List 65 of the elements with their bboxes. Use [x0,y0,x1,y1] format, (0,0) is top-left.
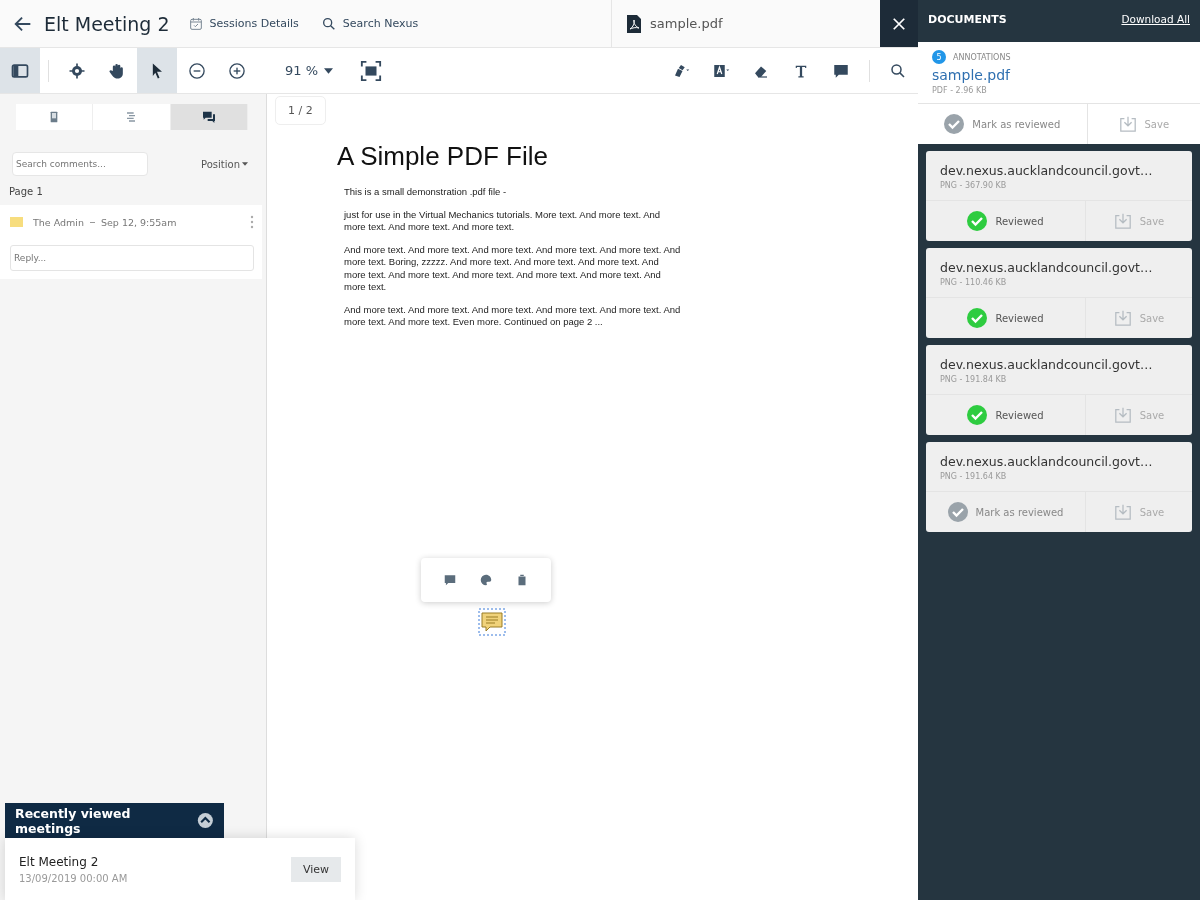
meeting-name: Elt Meeting 2 [19,854,100,869]
plus-circle-icon [227,60,247,81]
sidebar-toggle-button[interactable] [0,48,40,93]
header-link[interactable]: Sessions Details [187,15,299,32]
document-paragraph: And more text. And more text. And more text. And more text. And more text. And more text. Boring, zzzzz. And more text. And more text. And more text. And more text. And more text. And more text. And more text. And more text. And more text. [344,243,682,294]
download-icon [1113,212,1132,230]
meeting-date: 13/09/2019 00:00 AM [19,872,128,884]
file-meta: PNG - 367.90 KB [940,181,1008,190]
download-all-link[interactable]: Download All [1121,13,1190,25]
file-meta: PNG - 191.84 KB [940,375,1008,384]
search-comments-field[interactable]: Search comments... [12,152,148,176]
reviewed-button[interactable]: Reviewed [926,395,1086,435]
caret-icon [242,162,248,166]
file-name: dev.nexus.aucklandcouncil.govt… [940,163,1154,178]
comment-time: Sep 12, 9:55am [100,216,177,228]
page-counter: 1 / 2 [275,96,326,125]
comment-card[interactable]: The Admin Sep 12, 9:55am Reply... [0,205,262,279]
reviewed-button[interactable]: Reviewed [926,298,1086,338]
header-link[interactable]: Search Nexus [320,15,419,32]
mark-reviewed-button[interactable]: Mark as reviewed [918,104,1088,144]
reply-field[interactable]: Reply... [10,245,254,271]
recent-meetings-title: Recently viewed meetings [15,805,132,836]
calendar-icon [187,15,204,32]
file-meta: PNG - 110.46 KB [940,278,1008,287]
documents-title: DOCUMENTS [928,12,1007,26]
separator-dash [89,221,95,223]
comment-icon[interactable] [443,573,457,587]
search-icon [889,61,907,80]
search-icon [320,15,337,32]
sort-dropdown[interactable]: Position [201,158,248,170]
document-paragraph: This is a small demonstration .pdf file - [344,186,508,199]
page-label: Page 1 [9,186,44,197]
annotation-count-badge: 5 [932,50,946,64]
fit-frame-icon [360,59,383,82]
file-name: dev.nexus.aucklandcouncil.govt… [940,357,1154,372]
comments-tab[interactable] [170,104,248,130]
document-paragraph: And more text. And more text. And more text. And more text. And more text. And more text. And more text. Even more. Continued on page 2 ... [344,303,682,329]
speech-bubbles-icon [200,109,217,125]
file-name: dev.nexus.aucklandcouncil.govt… [940,260,1154,275]
file-meta: PNG - 191.64 KB [940,472,1008,481]
download-icon [1113,406,1132,424]
minus-circle-icon [187,60,207,81]
recent-meetings-header[interactable]: Recently viewed meetings [5,803,224,838]
comment-author: The Admin [33,216,84,228]
select-tool-button[interactable] [137,48,177,93]
annotations-label: ANNOTATIONS [953,52,1011,62]
meeting-title: Elt Meeting 2 [44,12,170,35]
file-meta: PDF - 2.96 KB [932,86,988,95]
caret-icon [324,67,334,74]
document-paragraph: just for use in the Virtual Mechanics tutorials. More text. And more text. And more text. And more text. And more text. [344,208,662,234]
file-name: dev.nexus.aucklandcouncil.govt… [940,454,1154,469]
document-title: A Simple PDF File [337,141,549,172]
reviewed-button[interactable]: Reviewed [926,201,1086,241]
pdf-file-icon [626,13,642,34]
download-icon [1118,115,1137,133]
chevron-up-icon[interactable] [197,812,214,829]
download-icon [1113,503,1132,521]
zoom-dropdown[interactable]: 91 % [285,63,334,78]
view-button[interactable]: View [290,856,341,882]
document-link[interactable]: sample.pdf [932,67,1190,83]
close-button[interactable] [880,0,918,47]
download-icon [1113,309,1132,327]
file-tab[interactable]: sample.pdf [612,13,880,34]
palette-icon[interactable] [479,573,493,587]
close-icon [892,16,906,31]
